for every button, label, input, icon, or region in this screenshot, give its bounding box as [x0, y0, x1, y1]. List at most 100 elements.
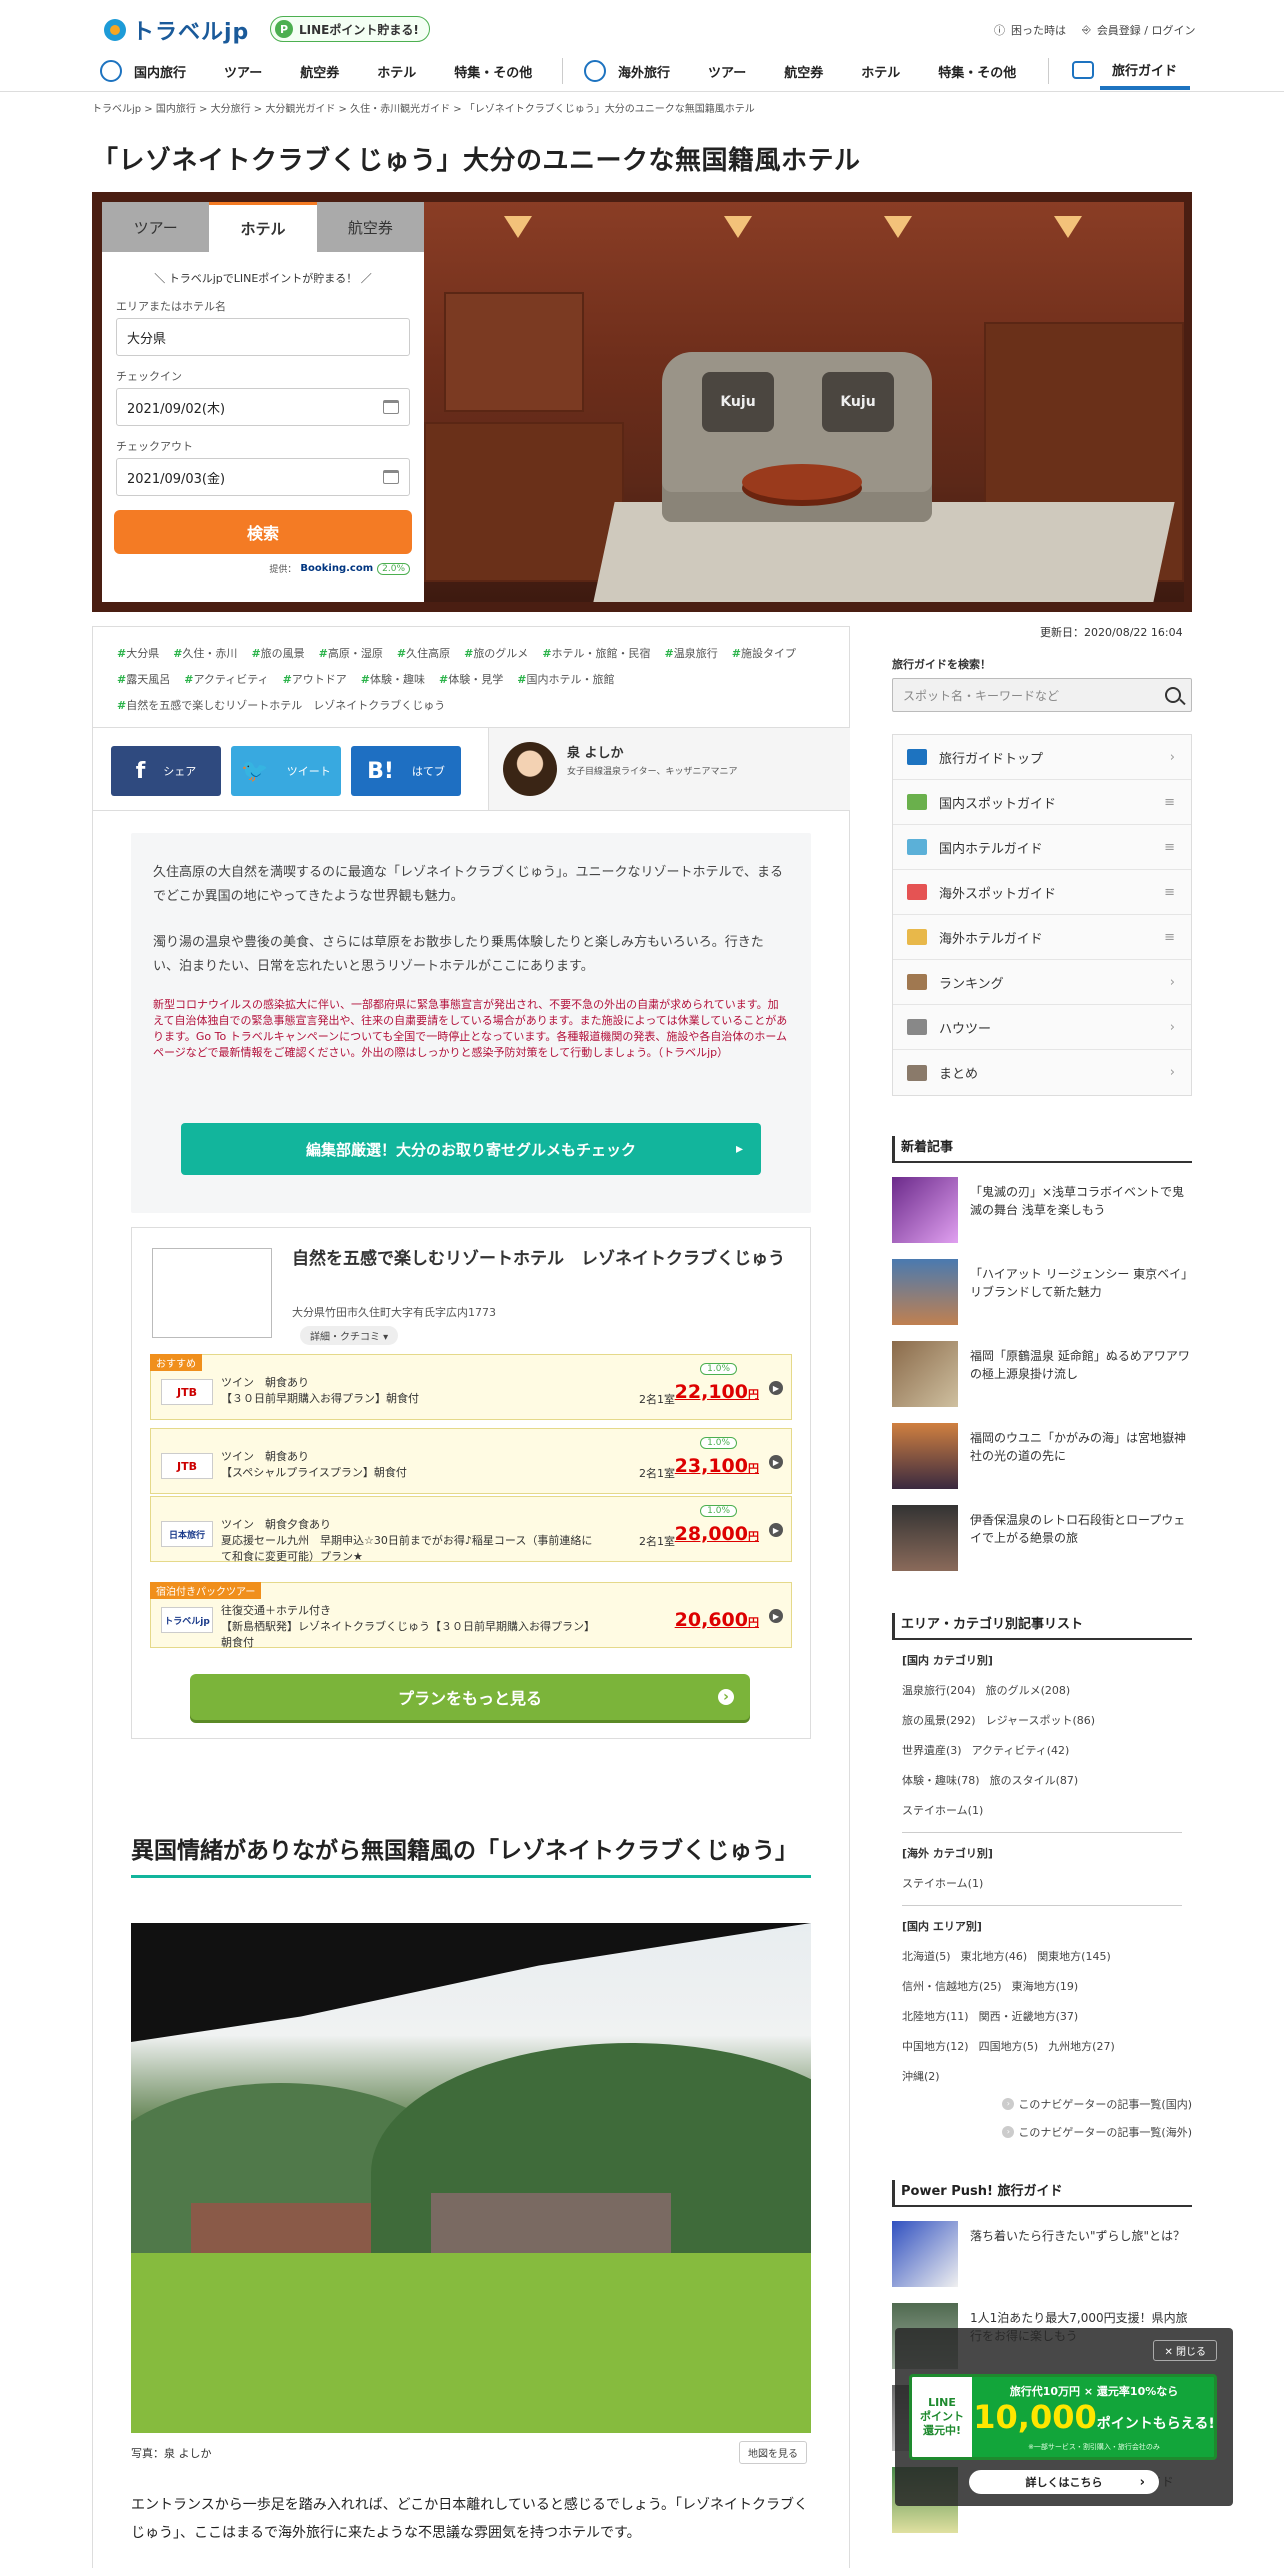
- tag-link[interactable]: #アクティビティ: [184, 673, 268, 686]
- plan-row[interactable]: おすすめ JTB ツイン 朝食あり 【３０日前早期購入お得プラン】朝食付 2名1室 1.0…: [150, 1354, 792, 1420]
- category-link[interactable]: 関西・近畿地方(37): [979, 2010, 1079, 2023]
- news-title: 「ハイアット リージェンシー 東京ベイ」リブランドして新た魅力: [970, 1267, 1188, 1299]
- tag-link[interactable]: #アウトドア: [283, 673, 347, 686]
- campaign-detail: 旅行代10万円 × 還元率10%なら 10,000ポイントもらえる! ※一部サー…: [972, 2377, 1214, 2457]
- guide-menu-item[interactable]: まとめ ›: [893, 1050, 1191, 1095]
- tag-link[interactable]: #国内ホテル・旅館: [517, 673, 614, 686]
- category-link[interactable]: 体験・趣味(78): [902, 1774, 980, 1787]
- plan-row[interactable]: 宿泊付きパックツアー トラベルjp 往復交通＋ホテル付き 【新島栖駅発】レゾネイトクラ…: [150, 1582, 792, 1649]
- tag-link[interactable]: #ホテル・旅館・民宿: [542, 647, 650, 660]
- nav-domestic-air[interactable]: 航空券: [300, 62, 339, 81]
- login-link[interactable]: ⎆ 会員登録 / ログイン: [1082, 22, 1196, 38]
- category-link[interactable]: 旅の風景(292): [902, 1714, 976, 1727]
- category-link[interactable]: 信州・信越地方(25): [902, 1980, 1002, 1993]
- tag-link[interactable]: #旅のグルメ: [464, 647, 528, 660]
- nav-overseas-hotel[interactable]: ホテル: [861, 62, 900, 81]
- tag-link[interactable]: #体験・趣味: [361, 673, 425, 686]
- category-link[interactable]: 四国地方(5): [979, 2040, 1039, 2053]
- help-link[interactable]: ⓘ 困った時は: [994, 22, 1066, 38]
- nav-overseas-air[interactable]: 航空券: [784, 62, 823, 81]
- tag-link[interactable]: #大分県: [117, 647, 159, 660]
- nav-overseas-tour[interactable]: ツアー: [708, 62, 746, 81]
- nav-overseas-travel[interactable]: 海外旅行: [618, 62, 670, 81]
- navigator-articles-link[interactable]: › このナビゲーターの記事一覧(国内): [892, 2096, 1192, 2112]
- site-logo[interactable]: トラベルjp: [104, 14, 249, 46]
- plan-row[interactable]: JTB ツイン 朝食あり 【スペシャルプライスプラン】朝食付 2名1室 1.0% 23,1…: [150, 1428, 792, 1494]
- nav-domestic-travel[interactable]: 国内旅行: [134, 62, 186, 81]
- category-link[interactable]: 北陸地方(11): [902, 2010, 969, 2023]
- category-link[interactable]: 旅のグルメ(208): [986, 1684, 1071, 1697]
- tag-link[interactable]: #自然を五感で楽しむリゾートホテル レゾネイトクラブくじゅう: [117, 699, 445, 712]
- plan-row[interactable]: 日本旅行 ツイン 朝食夕食あり 夏応援セール九州 早期申込☆30日前までがお得♪稲星…: [150, 1496, 792, 1563]
- tag-link[interactable]: #温泉旅行: [665, 647, 718, 660]
- category-link[interactable]: 北海道(5): [902, 1950, 951, 1963]
- news-item[interactable]: 「鬼滅の刃」×浅草コラボイベントで鬼滅の舞台 浅草を楽しもう: [892, 1177, 1192, 1245]
- tag-link[interactable]: #久住高原: [397, 647, 450, 660]
- category-link[interactable]: レジャースポット(86): [986, 1714, 1095, 1727]
- nav-domestic-special[interactable]: 特集・その他: [454, 62, 532, 81]
- guide-menu-item[interactable]: ハウツー ›: [893, 1005, 1191, 1050]
- popup-close-button[interactable]: ✕ 閉じる: [1153, 2340, 1217, 2361]
- guide-search-input[interactable]: スポット名・キーワードなど: [892, 678, 1192, 712]
- navigator-articles-link[interactable]: › このナビゲーターの記事一覧(海外): [892, 2124, 1192, 2140]
- nav-overseas-special[interactable]: 特集・その他: [938, 62, 1016, 81]
- category-link[interactable]: 九州地方(27): [1048, 2040, 1115, 2053]
- guide-menu-item[interactable]: 国内ホテルガイド ≡: [893, 825, 1191, 870]
- nav-domestic-tour[interactable]: ツアー: [224, 62, 262, 81]
- guide-menu-item[interactable]: 海外スポットガイド ≡: [893, 870, 1191, 915]
- hotel-thumbnail[interactable]: [152, 1248, 272, 1338]
- news-item[interactable]: 伊香保温泉のレトロ石段街とロープウェイで上がる絶景の旅: [892, 1505, 1192, 1573]
- news-item[interactable]: 福岡「原鶴温泉 延命館」ぬるめアワアワの極上源泉掛け流し: [892, 1341, 1192, 1409]
- category-link[interactable]: 中国地方(12): [902, 2040, 969, 2053]
- tab-tour[interactable]: ツアー: [102, 202, 210, 252]
- category-link[interactable]: ステイホーム(1): [902, 1804, 983, 1817]
- checkin-input[interactable]: 2021/09/02(木): [116, 388, 410, 426]
- tag-link[interactable]: #体験・見学: [439, 673, 503, 686]
- search-button[interactable]: 検索: [114, 510, 412, 554]
- twitter-share-button[interactable]: 🐦 ツイート: [231, 746, 341, 796]
- nav-domestic-hotel[interactable]: ホテル: [377, 62, 416, 81]
- news-item[interactable]: 福岡のウユニ「かがみの海」は宮地嶽神社の光の道の先に: [892, 1423, 1192, 1491]
- nav-guide[interactable]: 旅行ガイド: [1072, 60, 1177, 79]
- checkout-input[interactable]: 2021/09/03(金): [116, 458, 410, 496]
- tab-hotel[interactable]: ホテル: [209, 202, 317, 252]
- guide-menu-item[interactable]: 国内スポットガイド ≡: [893, 780, 1191, 825]
- category-link[interactable]: 世界遺産(3): [902, 1744, 962, 1757]
- category-link[interactable]: 温泉旅行(204): [902, 1684, 976, 1697]
- facebook-share-button[interactable]: f シェア: [111, 746, 221, 796]
- category-link[interactable]: 沖縄(2): [902, 2070, 940, 2083]
- hatena-share-button[interactable]: B! はてブ: [351, 746, 461, 796]
- category-link[interactable]: アクティビティ(42): [972, 1744, 1070, 1757]
- guide-menu-item[interactable]: 海外ホテルガイド ≡: [893, 915, 1191, 960]
- area-input[interactable]: 大分県: [116, 318, 410, 356]
- category-link[interactable]: 東海地方(19): [1012, 1980, 1079, 1993]
- tag-link[interactable]: #施設タイプ: [732, 647, 796, 660]
- tag-link[interactable]: #久住・赤川: [173, 647, 237, 660]
- breadcrumb[interactable]: トラベルjp > 国内旅行 > 大分旅行 > 大分観光ガイド > 久住・赤川観光…: [92, 100, 755, 115]
- map-button[interactable]: 地図を見る: [739, 2441, 807, 2464]
- guide-menu-item[interactable]: 旅行ガイドトップ ›: [893, 735, 1191, 780]
- popup-detail-link[interactable]: 詳しくはこちら: [969, 2470, 1159, 2494]
- tag-link[interactable]: #高原・湿原: [319, 647, 383, 660]
- tag-link[interactable]: #旅の風景: [251, 647, 304, 660]
- tab-air[interactable]: 航空券: [316, 202, 424, 252]
- news-item[interactable]: 「ハイアット リージェンシー 東京ベイ」リブランドして新た魅力: [892, 1259, 1192, 1327]
- hotel-name[interactable]: 自然を五感で楽しむリゾートホテル レゾネイトクラブくじゅう: [292, 1246, 792, 1272]
- category-link[interactable]: 関東地方(145): [1037, 1950, 1111, 1963]
- power-push-item[interactable]: 落ち着いたら行きたい"ずらし旅"とは？: [892, 2221, 1192, 2289]
- hotel-plan-box: 自然を五感で楽しむリゾートホテル レゾネイトクラブくじゅう 大分県竹田市久住町大…: [131, 1227, 811, 1739]
- search-icon[interactable]: [1165, 687, 1181, 703]
- hotel-detail-toggle[interactable]: 詳細・クチコミ ▾: [300, 1326, 399, 1345]
- category-link[interactable]: 東北地方(46): [961, 1950, 1028, 1963]
- line-campaign-banner[interactable]: LINE ポイント 還元中! 旅行代10万円 × 還元率10%なら 10,000…: [909, 2374, 1217, 2460]
- category-link[interactable]: ステイホーム(1): [902, 1877, 983, 1890]
- category-link[interactable]: 旅のスタイル(87): [990, 1774, 1079, 1787]
- more-plans-button[interactable]: プランをもっと見る: [190, 1674, 750, 1720]
- guide-menu-item[interactable]: ランキング ›: [893, 960, 1191, 1005]
- line-points-badge[interactable]: P LINEポイント貯まる!: [270, 16, 430, 42]
- author-box[interactable]: 泉 よしか 女子目線温泉ライター、キッザニアマニア: [488, 728, 850, 810]
- intro-paragraph: 濁り湯の温泉や豊後の美食、さらには草原をお散歩したり乗馬体験したりと楽しみ方もい…: [153, 935, 764, 974]
- gourmet-check-button[interactable]: 編集部厳選！大分のお取り寄せグルメもチェック: [181, 1123, 761, 1175]
- hash-icon: #: [117, 647, 127, 660]
- tag-link[interactable]: #露天風呂: [117, 673, 170, 686]
